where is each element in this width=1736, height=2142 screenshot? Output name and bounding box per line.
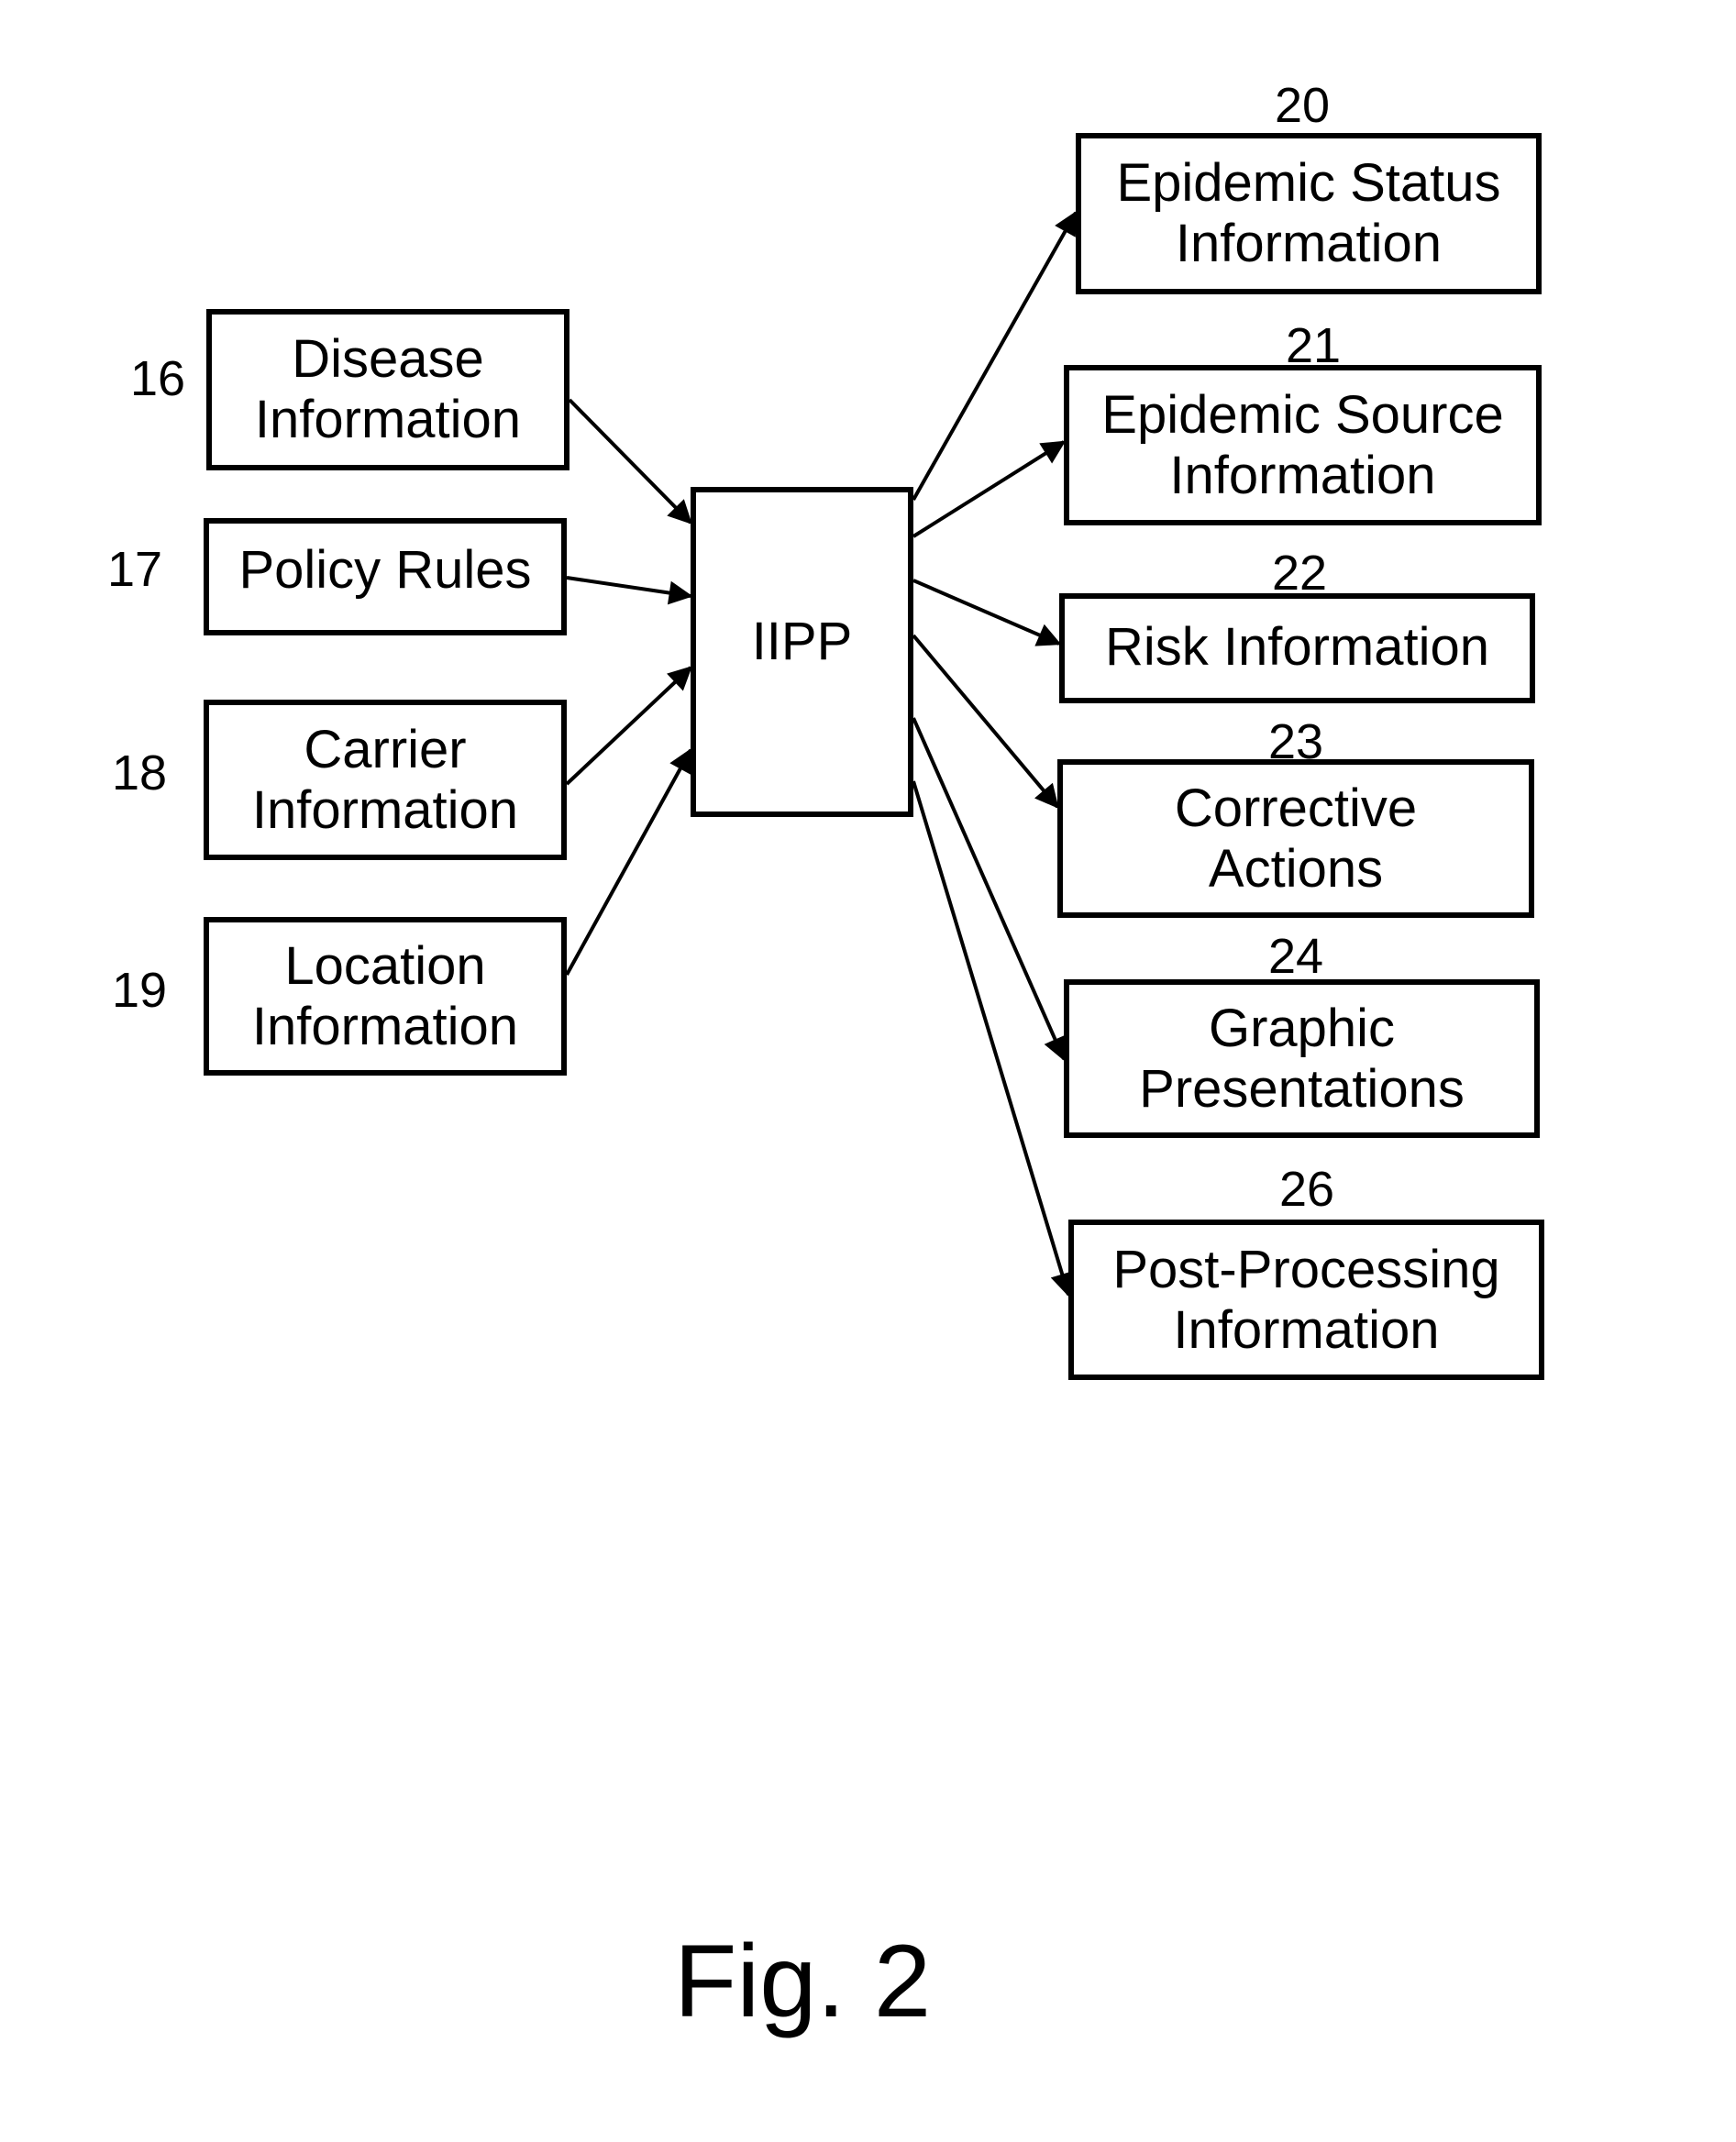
node-corrective-actions: Corrective Actions [1057, 759, 1534, 918]
node-text-line: Disease [292, 329, 484, 389]
ref-label-location: 19 [112, 963, 168, 1018]
node-text-line: Information [251, 779, 519, 840]
node-text-line: Information [251, 996, 519, 1056]
node-text-line: Epidemic Source [1101, 384, 1504, 445]
node-text-line: Information [254, 390, 522, 449]
node-text-line: Information [1169, 445, 1436, 505]
ref-label-epidemic-source: 21 [1286, 318, 1342, 373]
node-text-line: Corrective [1174, 778, 1418, 838]
arrow-carrier-to-iipp [565, 666, 692, 786]
ref-label-graphic: 24 [1268, 929, 1324, 984]
node-text-line: Graphic [1208, 998, 1396, 1058]
node-text-line: Information [1175, 214, 1443, 273]
node-risk-information: Risk Information [1059, 593, 1535, 703]
node-post-processing-information: Post-Processing Information [1068, 1220, 1544, 1380]
figure-caption: Fig. 2 [674, 1924, 932, 2038]
node-text-line: Presentations [1139, 1058, 1465, 1119]
arrow-iipp-to-post-processing [912, 780, 1074, 1297]
ref-label-risk: 22 [1272, 546, 1328, 601]
ref-label-disease: 16 [130, 351, 186, 406]
node-policy-rules: Policy Rules [204, 518, 567, 635]
node-epidemic-status-information: Epidemic Status Information [1076, 133, 1542, 294]
ref-label-carrier: 18 [112, 745, 168, 800]
node-text-line: Information [1173, 1299, 1440, 1360]
arrow-iipp-to-risk [912, 579, 1062, 646]
arrow-policy-to-iipp [566, 576, 693, 605]
ref-label-policy: 17 [107, 542, 163, 597]
node-text-line: Actions [1208, 838, 1384, 899]
node-iipp: IIPP [691, 487, 913, 817]
node-location-information: Location Information [204, 917, 567, 1076]
arrow-disease-to-iipp [568, 398, 692, 524]
node-text-line: Location [284, 935, 486, 996]
node-graphic-presentations: Graphic Presentations [1064, 979, 1540, 1138]
node-text-line: Epidemic Status [1116, 153, 1501, 213]
node-disease-information: Disease Information [206, 309, 569, 470]
arrow-iipp-to-graphic [912, 717, 1067, 1062]
arrow-location-to-iipp [565, 747, 692, 976]
node-text-line: Policy Rules [238, 540, 532, 600]
node-text-line: Risk Information [1104, 617, 1490, 677]
hub-label: IIPP [751, 612, 853, 671]
node-carrier-information: Carrier Information [204, 700, 567, 860]
ref-label-epidemic-status: 20 [1275, 78, 1331, 133]
node-text-line: Carrier [304, 719, 467, 779]
arrow-iipp-to-corrective [912, 634, 1059, 809]
ref-label-post-processing: 26 [1279, 1162, 1335, 1217]
node-text-line: Post-Processing [1112, 1239, 1500, 1299]
arrow-iipp-to-epidemic-status [912, 210, 1078, 501]
node-epidemic-source-information: Epidemic Source Information [1064, 365, 1542, 525]
